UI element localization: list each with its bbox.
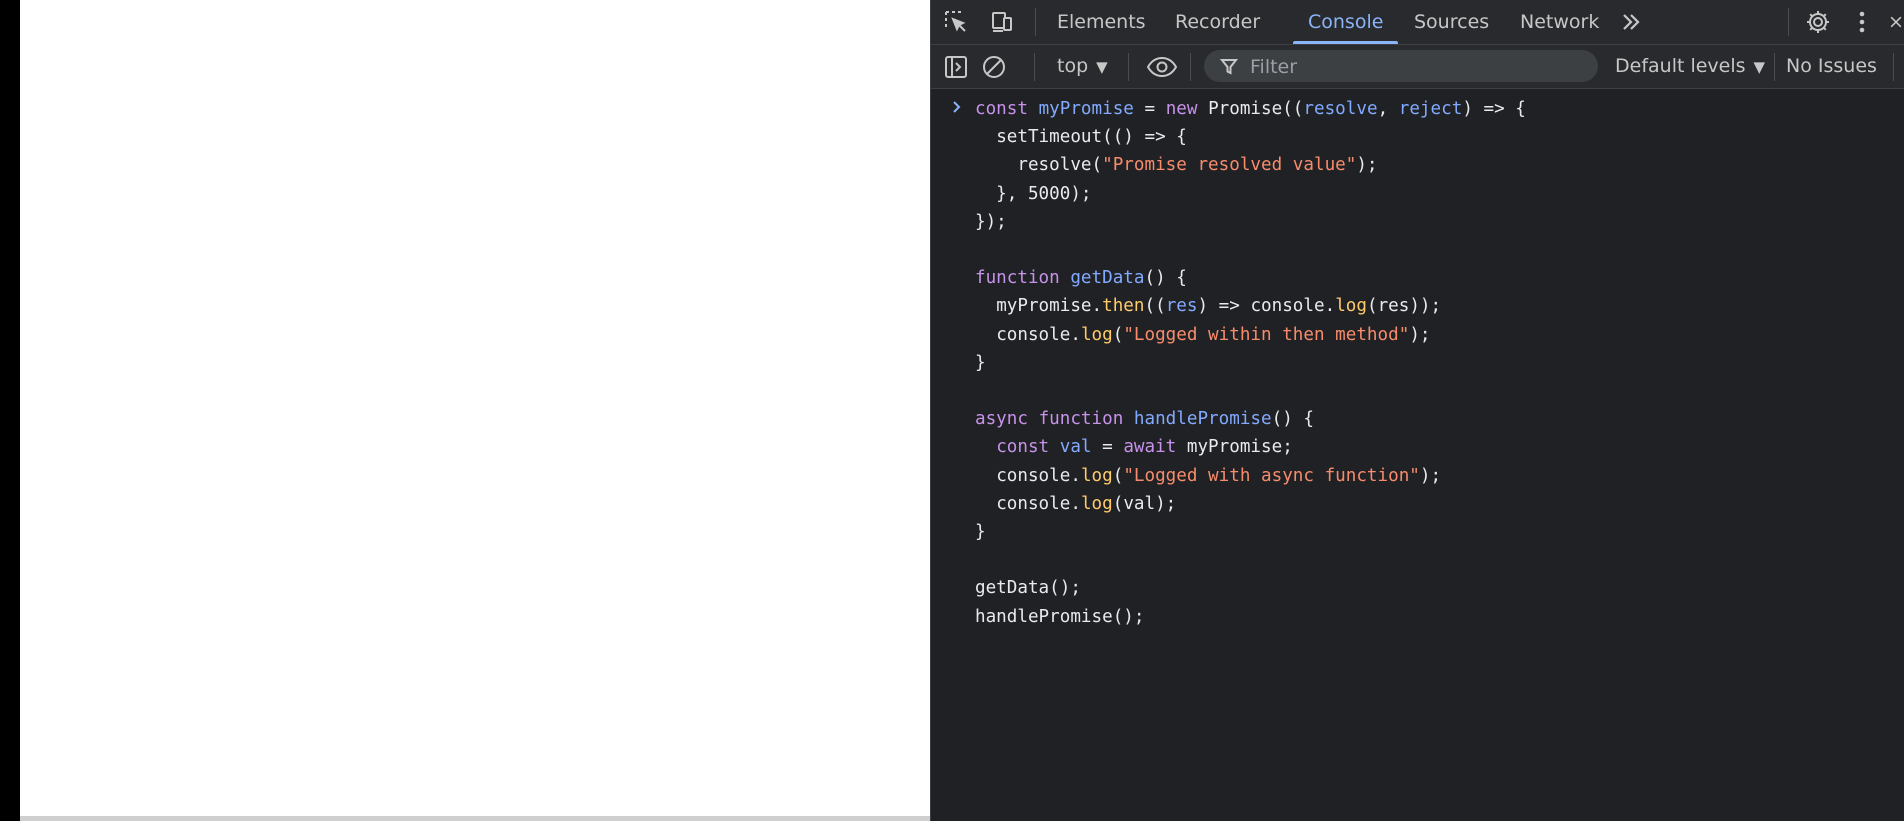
kebab-menu-icon[interactable] — [1849, 9, 1875, 35]
console-input-code[interactable]: const myPromise = new Promise((resolve, … — [975, 95, 1526, 631]
gear-icon[interactable] — [1805, 9, 1831, 35]
code-line: handlePromise(); — [975, 606, 1145, 627]
close-icon[interactable] — [1887, 9, 1904, 35]
code-line: async function handlePromise() { — [975, 409, 1314, 430]
code-line: const val = await myPromise; — [996, 437, 1293, 458]
chevron-right-icon — [951, 99, 963, 119]
console-toolbar: top▼ Default levels▼ No Issues — [931, 45, 1904, 89]
toolbar-divider — [1034, 53, 1035, 81]
code-line: } — [975, 522, 986, 543]
tab-network[interactable]: Network — [1520, 0, 1599, 44]
code-line: myPromise.then((res) => console.log(res)… — [996, 296, 1442, 317]
inspect-element-icon[interactable] — [943, 9, 969, 35]
code-line: function getData() { — [975, 268, 1187, 289]
console-output-area[interactable]: const myPromise = new Promise((resolve, … — [931, 89, 1904, 821]
live-expression-eye-icon[interactable] — [1145, 54, 1179, 80]
log-levels-select[interactable]: Default levels ▼ — [1615, 45, 1765, 88]
devtools-tab-bar: Elements Recorder Console Sources Networ… — [931, 0, 1904, 45]
device-toolbar-icon[interactable] — [989, 9, 1015, 35]
code-line: setTimeout(() => { — [996, 127, 1187, 148]
code-line: } — [975, 352, 986, 373]
dropdown-triangle-icon: ▼ — [1096, 58, 1108, 76]
page-viewport[interactable] — [20, 0, 930, 816]
toolbar-divider — [1190, 53, 1191, 81]
code-line: console.log("Logged within then method")… — [996, 324, 1431, 345]
page-left-strip — [0, 0, 20, 821]
toolbar-divider — [1788, 8, 1789, 36]
tab-elements[interactable]: Elements — [1057, 0, 1146, 44]
tab-console[interactable]: Console — [1293, 0, 1399, 44]
toolbar-divider — [1893, 53, 1894, 81]
filter-funnel-icon — [1220, 59, 1238, 75]
toolbar-divider — [1035, 8, 1036, 36]
javascript-context-select[interactable]: top ▼ — [1057, 45, 1108, 88]
tab-recorder[interactable]: Recorder — [1175, 0, 1260, 44]
dropdown-triangle-icon: ▼ — [1753, 58, 1766, 76]
active-tab-indicator — [1293, 41, 1399, 44]
toolbar-divider — [1128, 53, 1129, 81]
clear-console-icon[interactable] — [981, 54, 1007, 80]
code-line: const myPromise = new Promise((resolve, … — [975, 99, 1526, 119]
code-line: resolve("Promise resolved value"); — [1017, 155, 1378, 176]
filter-input[interactable] — [1248, 50, 1582, 84]
issues-counter[interactable]: No Issues — [1786, 45, 1877, 88]
devtools-panel: Elements Recorder Console Sources Networ… — [930, 0, 1904, 821]
toolbar-divider — [1774, 53, 1775, 81]
code-line: getData(); — [975, 578, 1081, 599]
page-bottom-border — [20, 816, 930, 821]
code-line: }, 5000); — [975, 183, 1092, 204]
tab-sources[interactable]: Sources — [1414, 0, 1489, 44]
double-chevron-right-icon[interactable] — [1618, 9, 1644, 35]
sidebar-toggle-icon[interactable] — [943, 54, 969, 80]
code-line: console.log(val); — [996, 493, 1177, 514]
filter-box[interactable] — [1204, 50, 1598, 84]
code-line: console.log("Logged with async function"… — [996, 465, 1442, 486]
code-line: }); — [975, 211, 1007, 232]
